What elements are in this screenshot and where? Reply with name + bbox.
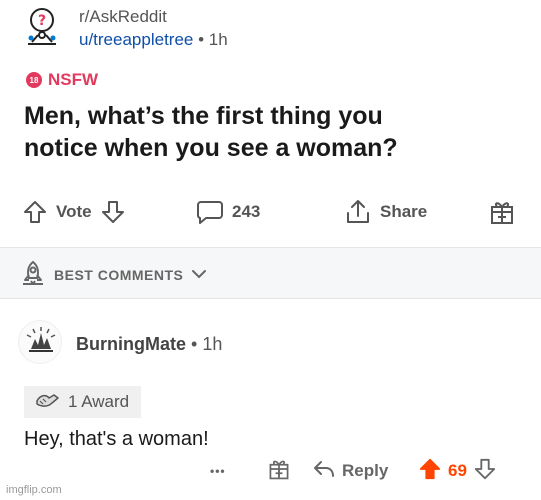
award-icon (34, 389, 62, 416)
arrow-up-icon[interactable] (22, 199, 48, 225)
arrow-up-icon[interactable] (418, 457, 442, 486)
post-title[interactable]: Men, what’s the first thing you notice w… (24, 100, 504, 164)
more-options-button[interactable]: ••• (210, 456, 226, 486)
arrow-down-icon[interactable] (473, 457, 497, 486)
award-button[interactable] (488, 194, 516, 230)
award-badge[interactable]: 1 Award (24, 386, 142, 418)
reply-button[interactable]: Reply (312, 456, 388, 486)
subreddit-name[interactable]: r/AskReddit (79, 7, 167, 27)
comment-score: 69 (448, 461, 467, 480)
comments-button[interactable]: 243 (196, 194, 260, 230)
award-label: 1 Award (68, 392, 130, 411)
reply-arrow-icon (312, 459, 336, 484)
speech-bubble-icon (196, 199, 224, 225)
share-button[interactable]: Share (344, 194, 427, 230)
post-title-line: Men, what’s the first thing you (24, 102, 383, 130)
share-label: Share (380, 202, 428, 221)
watermark: imgflip.com (6, 484, 62, 496)
nsfw-label: NSFW (48, 70, 99, 89)
comments-count: 243 (232, 202, 261, 221)
meta-separator: • (191, 334, 198, 354)
vote-label: Vote (56, 202, 92, 221)
chevron-down-icon (191, 267, 207, 283)
reply-label: Reply (342, 461, 389, 480)
comment-vote-control: 69 (418, 456, 497, 486)
svg-text:?: ? (38, 13, 46, 29)
comment-author[interactable]: BurningMate (76, 334, 186, 354)
divider (0, 298, 541, 299)
meta-separator: • (198, 30, 205, 49)
sort-label: BEST COMMENTS (54, 266, 184, 283)
comment-meta: BurningMate • 1h (76, 334, 222, 355)
post-title-line: notice when you see a woman? (24, 134, 398, 162)
comment-body: Hey, that's a woman! (24, 428, 209, 450)
share-icon (344, 198, 372, 226)
gift-icon (267, 457, 291, 486)
post-meta: u/treeappletree • 1h (79, 30, 228, 50)
post: ? r/AskReddit u/treeappletree • 1h 18 NS… (0, 0, 541, 248)
nsfw-tag: 18 NSFW (26, 70, 98, 90)
comments-sort-bar: BEST COMMENTS (0, 248, 541, 298)
comment-award-button[interactable] (267, 456, 291, 486)
post-action-bar: Vote 243 Share (0, 194, 541, 230)
comment: BurningMate • 1h 1 Award Hey, that's a w… (0, 300, 541, 500)
comment-age: 1h (202, 334, 223, 354)
sort-dropdown[interactable]: BEST COMMENTS (20, 260, 207, 289)
nsfw-18-badge: 18 (26, 72, 42, 88)
gift-icon (488, 198, 516, 226)
post-age: 1h (208, 30, 228, 49)
post-author-link[interactable]: u/treeappletree (79, 30, 193, 49)
arrow-down-icon[interactable] (100, 199, 126, 225)
commenter-avatar[interactable] (18, 320, 62, 364)
comment-action-bar: ••• Reply 69 (0, 456, 541, 486)
rocket-icon (20, 260, 46, 289)
vote-control: Vote (22, 194, 126, 230)
askreddit-snoo-icon[interactable]: ? (22, 6, 62, 46)
